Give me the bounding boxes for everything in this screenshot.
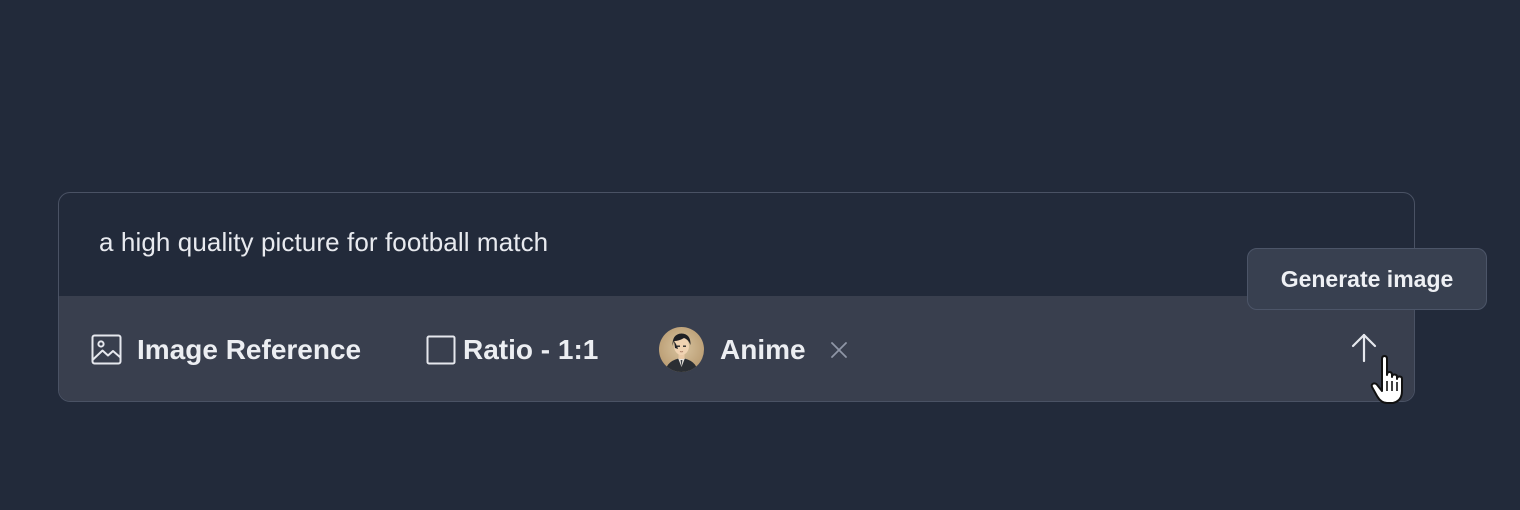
anime-avatar-icon	[659, 327, 704, 372]
prompt-composer: a high quality picture for football matc…	[58, 192, 1415, 402]
ratio-button[interactable]: Ratio - 1:1	[426, 296, 599, 401]
style-label: Anime	[720, 333, 806, 365]
square-icon	[426, 335, 456, 365]
image-reference-button[interactable]: Image Reference	[91, 296, 362, 401]
hand-cursor-icon	[1370, 355, 1406, 412]
generate-image-tooltip: Generate image	[1247, 248, 1487, 310]
image-icon	[91, 334, 122, 365]
prompt-input[interactable]: a high quality picture for football matc…	[99, 227, 548, 258]
style-selector[interactable]: Anime	[659, 296, 848, 401]
remove-style-button[interactable]	[830, 334, 848, 366]
composer-toolbar: Image Reference Ratio - 1:1 Anime	[59, 296, 1414, 401]
ratio-label: Ratio - 1:1	[463, 333, 599, 365]
close-icon	[830, 341, 847, 358]
tooltip-text: Generate image	[1280, 265, 1454, 292]
image-reference-label: Image Reference	[137, 333, 362, 365]
